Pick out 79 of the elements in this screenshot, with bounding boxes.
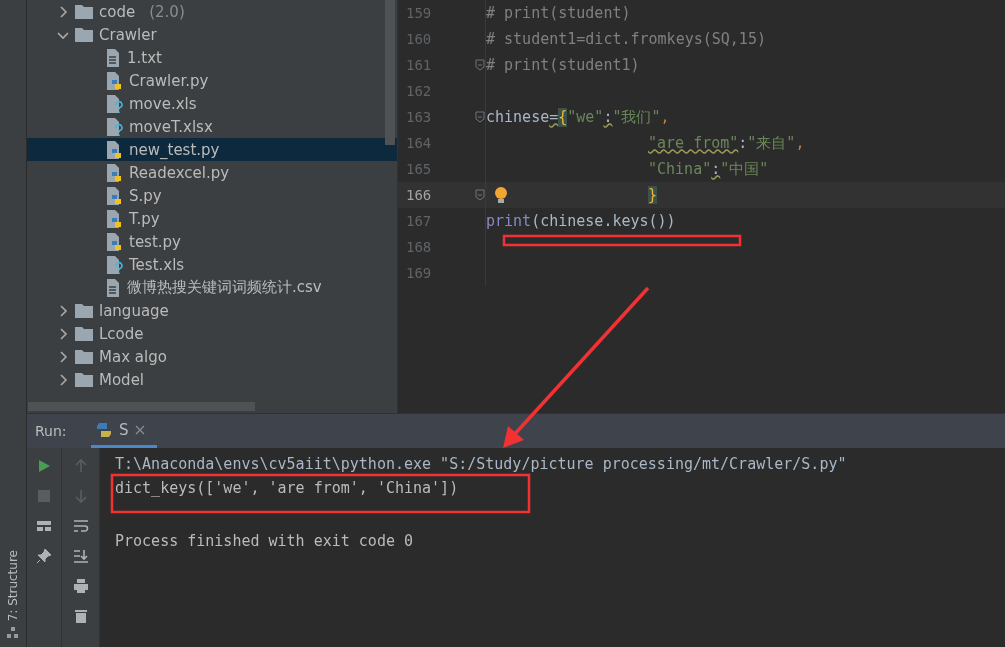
python-icon bbox=[95, 420, 113, 439]
code-line: "China":"中国" bbox=[647, 159, 769, 179]
python-file-icon bbox=[105, 185, 123, 206]
chevron-right-icon[interactable] bbox=[57, 350, 69, 363]
fold-marker-icon[interactable] bbox=[475, 189, 485, 201]
line-number: 160 bbox=[405, 31, 433, 47]
tree-item[interactable]: 微博热搜关键词词频统计.csv bbox=[27, 276, 397, 299]
python-file-icon bbox=[105, 208, 123, 229]
structure-icon bbox=[7, 627, 19, 639]
line-number: 169 bbox=[405, 265, 433, 281]
console-line: dict_keys(['we', 'are from', 'China']) bbox=[115, 479, 459, 497]
python-file-icon bbox=[105, 139, 123, 160]
scroll-to-end-icon[interactable] bbox=[72, 548, 89, 564]
chevron-right-icon[interactable] bbox=[57, 304, 69, 317]
pin-icon[interactable] bbox=[36, 548, 52, 564]
wrap-icon[interactable] bbox=[72, 518, 89, 534]
tree-item[interactable]: Crawler.py bbox=[27, 69, 397, 92]
tree-item[interactable]: new_test.py bbox=[27, 138, 397, 161]
scrollbar[interactable] bbox=[28, 402, 255, 411]
folder-icon bbox=[75, 4, 93, 19]
folder-icon bbox=[75, 372, 93, 387]
line-number: 162 bbox=[405, 83, 433, 99]
code-line: # print(student) bbox=[486, 4, 631, 22]
tree-item-note: (2.0) bbox=[149, 2, 185, 21]
text-file-icon bbox=[105, 277, 121, 298]
fold-marker-icon[interactable] bbox=[475, 59, 485, 71]
text-file-icon bbox=[105, 47, 121, 68]
chevron-right-icon[interactable] bbox=[57, 327, 69, 340]
code-line: # student1=dict.fromkeys(SQ,15) bbox=[486, 30, 766, 48]
tree-item[interactable]: test.py bbox=[27, 230, 397, 253]
tree-item[interactable]: Crawler bbox=[27, 23, 397, 46]
line-number: 167 bbox=[405, 213, 433, 229]
chevron-right-icon[interactable] bbox=[57, 373, 69, 386]
unknown-file-icon bbox=[105, 254, 123, 275]
line-number: 159 bbox=[405, 5, 433, 21]
unknown-file-icon bbox=[105, 116, 123, 137]
tree-item[interactable]: Lcode bbox=[27, 322, 397, 345]
folder-icon bbox=[75, 27, 93, 42]
python-file-icon bbox=[105, 162, 123, 183]
code-line: "are from":"来自", bbox=[647, 133, 805, 153]
folder-icon bbox=[75, 349, 93, 364]
code-line: chinese={"we":"我们", bbox=[486, 107, 670, 127]
structure-tab[interactable]: 7: Structure bbox=[6, 549, 20, 621]
layout-icon[interactable] bbox=[36, 518, 52, 534]
close-icon[interactable] bbox=[134, 424, 145, 435]
tree-item[interactable]: Readexcel.py bbox=[27, 161, 397, 184]
tree-item[interactable]: Model bbox=[27, 368, 397, 391]
line-number: 168 bbox=[405, 239, 433, 255]
line-number: 161 bbox=[405, 57, 433, 73]
console-line: Process finished with exit code 0 bbox=[115, 532, 413, 550]
tree-item[interactable]: Max algo bbox=[27, 345, 397, 368]
unknown-file-icon bbox=[105, 93, 123, 114]
code-line: # print(student1) bbox=[486, 56, 640, 74]
line-number: 165 bbox=[405, 161, 433, 177]
tree-item[interactable]: Test.xls bbox=[27, 253, 397, 276]
fold-marker-icon[interactable] bbox=[475, 111, 485, 123]
scrollbar[interactable] bbox=[385, 0, 395, 145]
tree-item[interactable]: language bbox=[27, 299, 397, 322]
run-label: Run: bbox=[34, 423, 68, 439]
code-line: print(chinese.keys()) bbox=[486, 212, 676, 230]
print-icon[interactable] bbox=[72, 578, 89, 594]
folder-icon bbox=[75, 326, 93, 341]
run-icon[interactable] bbox=[36, 458, 52, 474]
line-number: 166 bbox=[405, 187, 433, 203]
chevron-right-icon[interactable] bbox=[57, 5, 69, 18]
lightbulb-icon[interactable] bbox=[494, 186, 508, 204]
folder-icon bbox=[75, 303, 93, 318]
tree-item[interactable]: code (2.0) bbox=[27, 0, 397, 23]
tree-item[interactable]: T.py bbox=[27, 207, 397, 230]
tree-item[interactable]: move.xls bbox=[27, 92, 397, 115]
tree-item[interactable]: moveT.xlsx bbox=[27, 115, 397, 138]
console-command: T:\Anaconda\envs\cv5aiit\python.exe "S:/Study/picture processing/mt/Crawler/S.py" bbox=[115, 455, 847, 473]
tree-item[interactable]: S.py bbox=[27, 184, 397, 207]
line-number: 164 bbox=[405, 135, 433, 151]
tree-item[interactable]: 1.txt bbox=[27, 46, 397, 69]
python-file-icon bbox=[105, 70, 123, 91]
line-number: 163 bbox=[405, 109, 433, 125]
trash-icon[interactable] bbox=[72, 608, 89, 624]
python-file-icon bbox=[105, 231, 123, 252]
